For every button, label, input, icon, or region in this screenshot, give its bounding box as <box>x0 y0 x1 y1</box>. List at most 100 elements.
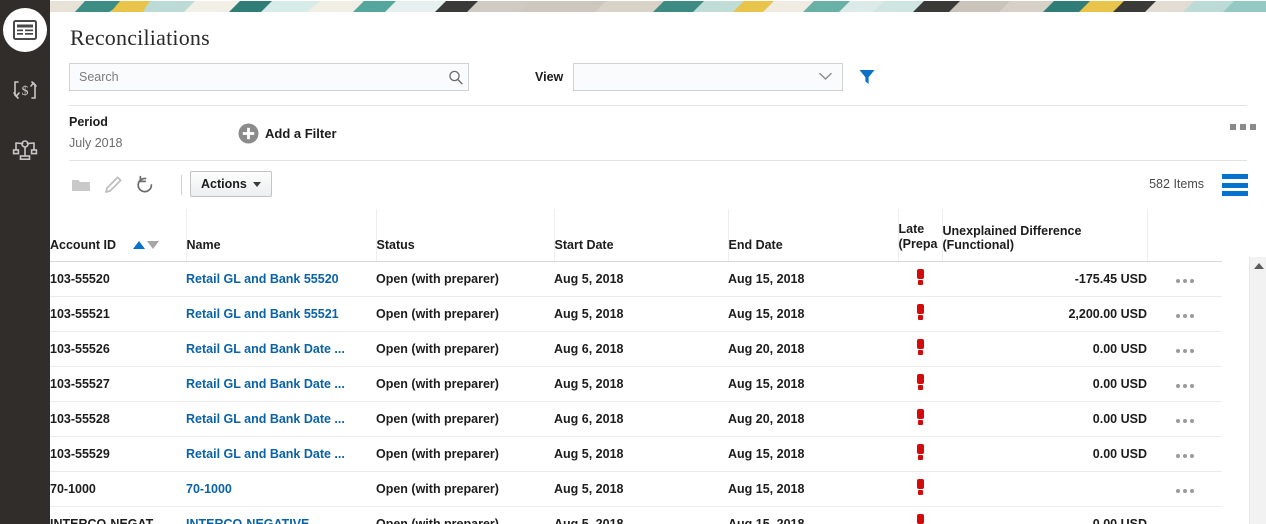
cell-account-id-text: 103-55520 <box>50 272 110 286</box>
reconciliations-table-area: Account ID Name Status <box>50 209 1266 524</box>
reconciliation-name-link[interactable]: INTERCO-NEGATIVE <box>186 517 309 524</box>
cell-name[interactable]: Retail GL and Bank 55520 <box>186 261 376 296</box>
row-actions-icon[interactable] <box>1176 314 1194 318</box>
sidebar-item-reconciliations[interactable] <box>0 6 50 54</box>
column-header-unexplained-difference[interactable]: Unexplained Difference (Functional) <box>942 209 1147 261</box>
refresh-icon[interactable] <box>133 173 157 197</box>
row-actions-icon[interactable] <box>1176 349 1194 353</box>
row-actions-icon[interactable] <box>1176 279 1194 283</box>
table-row[interactable]: 103-55529Retail GL and Bank Date ...Open… <box>50 436 1222 471</box>
table-body: 103-55520 Retail GL and Bank 55520 Open (w… <box>50 261 1222 524</box>
cell-row-actions[interactable] <box>1147 471 1222 506</box>
search-input[interactable] <box>70 64 442 90</box>
table-row[interactable]: 103-55528Retail GL and Bank Date ...Open… <box>50 401 1222 436</box>
row-actions-icon[interactable] <box>1176 489 1194 493</box>
cell-account-id-text: 70-1000 <box>50 482 96 496</box>
folder-icon[interactable] <box>69 173 93 197</box>
add-filter-button[interactable]: Add a Filter <box>265 126 337 141</box>
cell-row-actions[interactable] <box>1147 401 1222 436</box>
cell-end-date: Aug 15, 2018 <box>728 506 898 524</box>
column-header-start-date-label: Start Date <box>555 238 614 252</box>
app-root: $ <box>0 0 1266 524</box>
reconciliation-name-link[interactable]: Retail GL and Bank 55521 <box>186 307 339 321</box>
filter-funnel-icon[interactable] <box>856 66 878 88</box>
plus-circle-icon[interactable] <box>238 123 259 149</box>
decorative-banner <box>50 0 1266 12</box>
cell-unexplained-difference-text: 0.00 USD <box>1093 412 1147 426</box>
cell-status: Open (with preparer) <box>376 506 554 524</box>
cell-row-actions[interactable] <box>1147 506 1222 524</box>
row-actions-icon[interactable] <box>1176 419 1194 423</box>
cell-account-id: INTERCO-NEGAT... <box>50 506 186 524</box>
search-box[interactable] <box>69 63 469 91</box>
cell-name[interactable]: Retail GL and Bank Date ... <box>186 331 376 366</box>
vertical-scrollbar[interactable] <box>1249 257 1266 524</box>
cell-end-date-text: Aug 15, 2018 <box>728 482 804 496</box>
cell-account-id-text: 103-55526 <box>50 342 110 356</box>
column-header-account-id-label: Account ID <box>50 238 116 252</box>
table-row[interactable]: 103-55520Retail GL and Bank 55520Open (w… <box>50 261 1222 296</box>
cell-name[interactable]: Retail GL and Bank Date ... <box>186 401 376 436</box>
period-filter-value[interactable]: July 2018 <box>69 136 123 150</box>
scroll-up-arrow-icon[interactable] <box>1254 263 1264 269</box>
reconciliation-name-link[interactable]: Retail GL and Bank 55520 <box>186 272 339 286</box>
sidebar-item-currency-exchange[interactable]: $ <box>0 66 50 114</box>
cell-row-actions[interactable] <box>1147 296 1222 331</box>
sort-ascending-icon[interactable] <box>133 241 145 249</box>
cell-row-actions[interactable] <box>1147 331 1222 366</box>
scale-icon <box>11 137 39 163</box>
column-header-name-label: Name <box>187 238 221 252</box>
table-row[interactable]: 103-55526 Retail GL and Bank Date ... Open… <box>50 331 1222 366</box>
table-row[interactable]: 103-55527Retail GL and Bank Date ...Open… <box>50 366 1222 401</box>
column-header-name[interactable]: Name <box>186 209 376 261</box>
cell-late <box>898 506 942 524</box>
view-select[interactable] <box>573 63 843 91</box>
cell-start-date: Aug 5, 2018 <box>554 471 728 506</box>
cell-row-actions[interactable] <box>1147 261 1222 296</box>
cell-end-date-text: Aug 15, 2018 <box>728 272 804 286</box>
table-row[interactable]: 103-55521Retail GL and Bank 55521Open (w… <box>50 296 1222 331</box>
column-header-status[interactable]: Status <box>376 209 554 261</box>
more-options-icon[interactable] <box>1230 124 1256 130</box>
cell-name[interactable]: Retail GL and Bank 55521 <box>186 296 376 331</box>
cell-end-date: Aug 15, 2018 <box>728 261 898 296</box>
cell-end-date: Aug 15, 2018 <box>728 471 898 506</box>
column-header-start-date[interactable]: Start Date <box>554 209 728 261</box>
cell-name[interactable]: Retail GL and Bank Date ... <box>186 366 376 401</box>
pencil-edit-icon[interactable] <box>101 173 125 197</box>
cell-name[interactable]: Retail GL and Bank Date ... <box>186 436 376 471</box>
table-row[interactable]: 70-100070-1000Open (with preparer)Aug 5,… <box>50 471 1222 506</box>
late-warning-icon <box>917 304 924 320</box>
search-icon[interactable] <box>442 64 468 90</box>
column-header-account-id[interactable]: Account ID <box>50 209 186 261</box>
cell-name[interactable]: INTERCO-NEGATIVE <box>186 506 376 524</box>
sort-descending-icon[interactable] <box>147 241 159 249</box>
row-actions-icon[interactable] <box>1176 384 1194 388</box>
cell-account-id-text: 103-55528 <box>50 412 110 426</box>
cell-end-date: Aug 15, 2018 <box>728 366 898 401</box>
reconciliation-name-link[interactable]: Retail GL and Bank Date ... <box>186 377 345 391</box>
actions-button[interactable]: Actions <box>190 171 272 197</box>
row-actions-icon[interactable] <box>1176 454 1194 458</box>
sort-arrows[interactable] <box>133 241 159 249</box>
cell-account-id: 70-1000 <box>50 471 186 506</box>
cell-row-actions[interactable] <box>1147 436 1222 471</box>
reconciliation-name-link[interactable]: Retail GL and Bank Date ... <box>186 342 345 356</box>
reconciliation-name-link[interactable]: Retail GL and Bank Date ... <box>186 412 345 426</box>
chevron-down-icon[interactable] <box>819 68 832 86</box>
reconciliation-name-link[interactable]: 70-1000 <box>186 482 232 496</box>
sidebar-item-balance-scale[interactable] <box>0 126 50 174</box>
caret-down-icon <box>253 182 261 187</box>
reconciliation-name-link[interactable]: Retail GL and Bank Date ... <box>186 447 345 461</box>
table-row[interactable]: INTERCO-NEGAT...INTERCO-NEGATIVE Open (wi… <box>50 506 1222 524</box>
cell-start-date-text: Aug 5, 2018 <box>554 377 623 391</box>
cell-account-id: 103-55526 <box>50 331 186 366</box>
list-view-icon[interactable] <box>1222 174 1248 196</box>
cell-name[interactable]: 70-1000 <box>186 471 376 506</box>
column-header-end-date[interactable]: End Date <box>728 209 898 261</box>
cell-start-date: Aug 5, 2018 <box>554 366 728 401</box>
cell-status: Open (with preparer) <box>376 331 554 366</box>
column-header-unexplained-line1: Unexplained Difference <box>943 224 1147 238</box>
column-header-late[interactable]: Late (Prepa <box>898 209 942 261</box>
cell-row-actions[interactable] <box>1147 366 1222 401</box>
